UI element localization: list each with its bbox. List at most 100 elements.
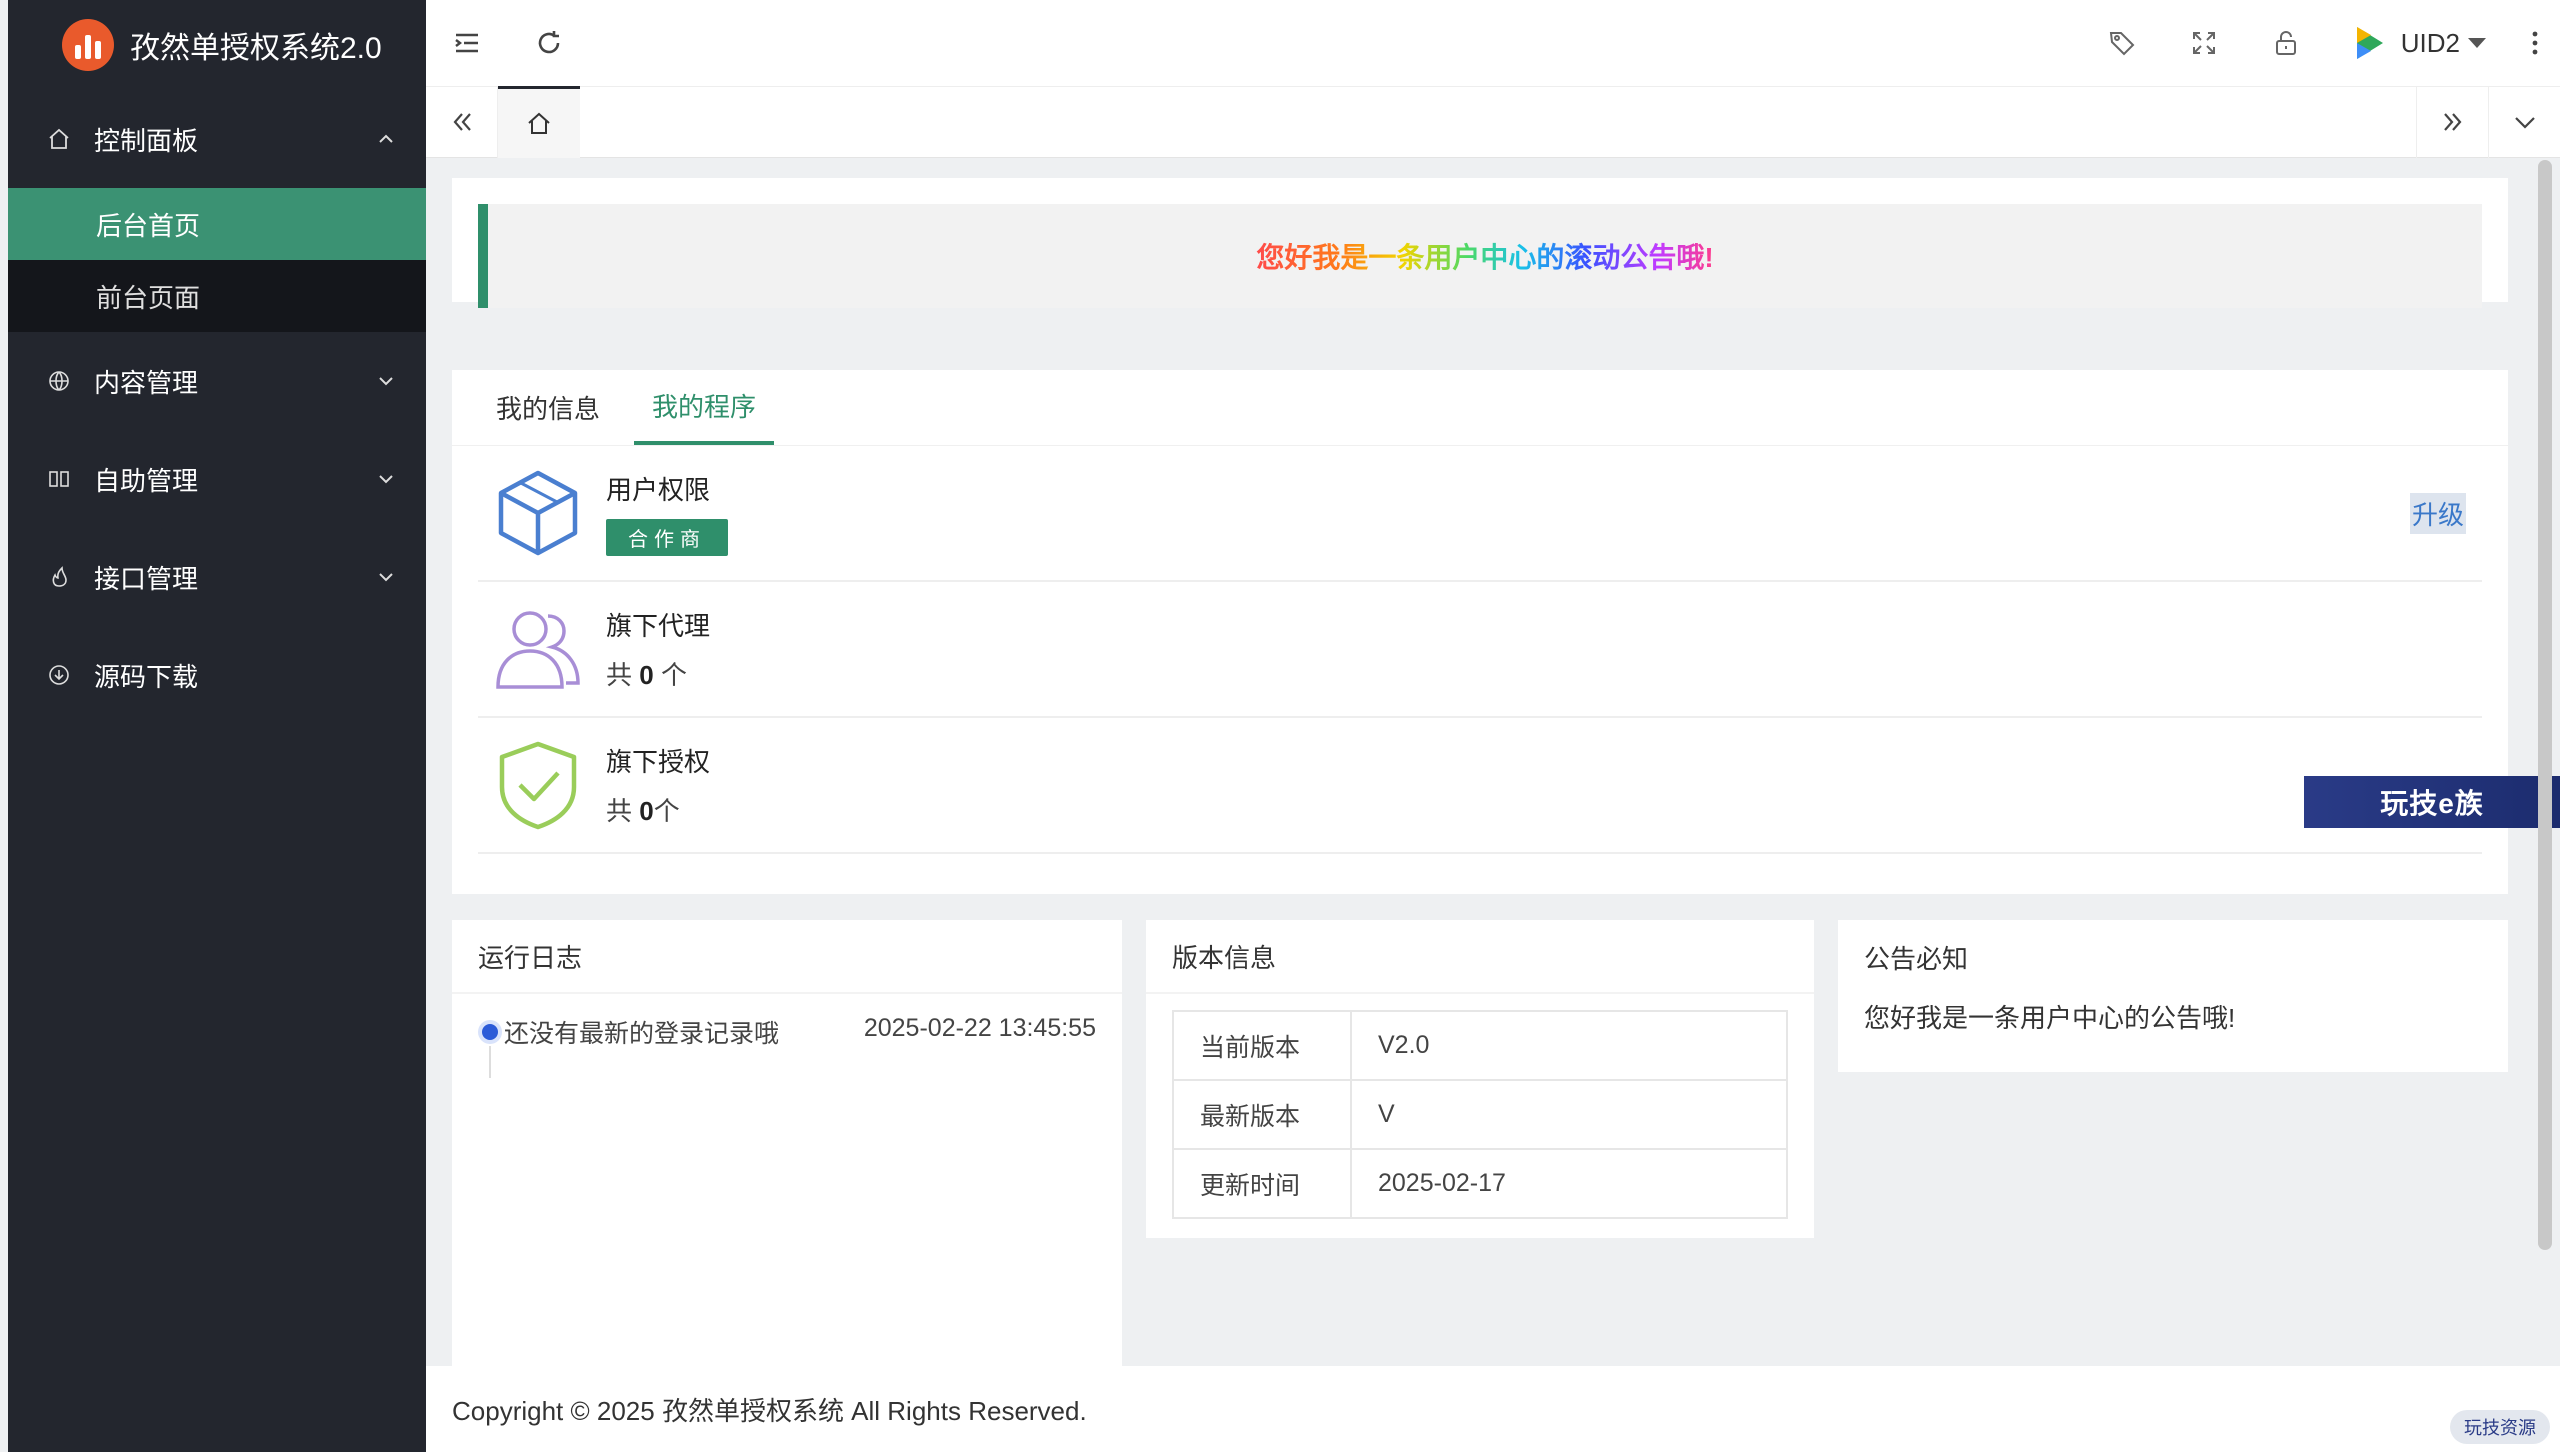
user-menu[interactable]: UID2 xyxy=(2327,21,2510,65)
app-title: 孜然单授权系统2.0 xyxy=(130,32,382,65)
sidebar-item-self-service[interactable]: 自助管理 xyxy=(8,430,426,528)
sidebar-item-label: 内容管理 xyxy=(94,367,199,398)
agents-title: 旗下代理 xyxy=(606,611,711,641)
sidebar-item-label: 接口管理 xyxy=(94,563,199,594)
page-tab-bar xyxy=(426,86,2560,158)
sidebar-item-label: 控制面板 xyxy=(94,125,199,156)
sidebar-item-label: 源码下载 xyxy=(94,661,199,692)
watermark-stamp: 玩技e族 xyxy=(2304,776,2560,828)
shield-check-icon xyxy=(490,737,586,833)
timeline-line xyxy=(489,1046,491,1078)
refresh-icon xyxy=(538,31,560,54)
agents-count: 0 xyxy=(639,660,654,690)
footer: Copyright © 2025 孜然单授权系统 All Rights Rese… xyxy=(426,1366,2560,1452)
home-icon xyxy=(44,124,74,154)
app-logo[interactable]: 孜然单授权系统2.0 xyxy=(8,0,426,90)
authorizations-count-text: 共 0个 xyxy=(606,796,680,826)
log-text: 还没有最新的登录记录哦 xyxy=(504,1020,780,1048)
header-actions: UID2 xyxy=(2081,0,2560,86)
notice-card: 您好我是一条用户中心的滚动公告哦! xyxy=(452,178,2508,308)
copyright-text: Copyright © 2025 孜然单授权系统 All Rights Rese… xyxy=(452,1395,1087,1426)
sidebar-item-api[interactable]: 接口管理 xyxy=(8,528,426,626)
logo-icon xyxy=(62,19,114,71)
announcement-title: 公告必知 xyxy=(1864,943,1969,974)
tab-bar-actions xyxy=(2416,86,2560,158)
run-log-title: 运行日志 xyxy=(452,920,1122,994)
lock-screen-button[interactable] xyxy=(2245,0,2327,86)
version-card: 版本信息 当前版本 V2.0 最新版本 V 更新时间 2025-02-17 xyxy=(1146,920,1814,1238)
fullscreen-icon xyxy=(2192,32,2215,54)
menu-fold-icon xyxy=(455,33,478,53)
sidebar-item-dashboard[interactable]: 控制面板 xyxy=(8,90,426,188)
sidebar: 孜然单授权系统2.0 控制面板 后台首页 前台页面 内容管理 自助管理 接口管理… xyxy=(0,0,426,1452)
notice-text: 您好我是一条用户中心的滚动公告哦! xyxy=(1256,236,1713,276)
table-cell: 2025-02-17 xyxy=(1350,1148,1788,1219)
sidebar-item-label: 自助管理 xyxy=(94,465,199,496)
user-name: UID2 xyxy=(2400,27,2460,58)
list-item-agents: 旗下代理 共 0 个 xyxy=(478,582,2482,718)
authorizations-title: 旗下授权 xyxy=(606,747,711,777)
table-row: 更新时间 2025-02-17 xyxy=(1172,1148,1788,1219)
table-cell: V2.0 xyxy=(1350,1010,1788,1081)
cube-icon xyxy=(490,465,586,561)
permission-title: 用户权限 xyxy=(606,475,711,505)
table-cell: 更新时间 xyxy=(1172,1148,1352,1219)
agents-count-text: 共 0 个 xyxy=(606,660,687,690)
tab-my-info[interactable]: 我的信息 xyxy=(478,369,618,445)
content-scrollbar[interactable] xyxy=(2538,160,2552,1250)
chevron-down-icon xyxy=(374,565,398,589)
chevron-up-icon xyxy=(374,127,398,151)
list-item-authorizations: 旗下授权 共 0个 xyxy=(478,718,2482,854)
chevron-down-icon xyxy=(2514,117,2535,129)
announcement-text: 您好我是一条用户中心的公告哦! xyxy=(1864,1003,2236,1033)
avatar xyxy=(2356,27,2383,59)
role-badge: 合作商 xyxy=(606,519,728,556)
sidebar-item-admin-home[interactable]: 后台首页 xyxy=(8,188,426,260)
tag-icon xyxy=(2109,32,2135,56)
fullscreen-button[interactable] xyxy=(2163,0,2245,86)
program-tabs: 我的信息 我的程序 xyxy=(452,370,2508,446)
columns-icon xyxy=(44,464,74,494)
tabs-dropdown-button[interactable] xyxy=(2488,86,2560,158)
caret-down-icon xyxy=(2468,38,2486,48)
globe-icon xyxy=(44,366,74,396)
tab-my-program[interactable]: 我的程序 xyxy=(634,369,775,445)
tabs-scroll-left-button[interactable] xyxy=(426,86,498,158)
fire-icon xyxy=(44,562,74,592)
authorizations-count: 0 xyxy=(639,796,654,826)
timeline-dot-icon xyxy=(482,1024,498,1040)
table-row: 当前版本 V2.0 xyxy=(1172,1010,1788,1081)
upgrade-link[interactable]: 升级 xyxy=(2409,492,2466,534)
tab-home[interactable] xyxy=(498,86,580,158)
theme-tag-button[interactable] xyxy=(2081,0,2163,86)
more-menu-button[interactable] xyxy=(2510,0,2560,86)
lock-icon xyxy=(2275,31,2296,55)
sidebar-item-frontend[interactable]: 前台页面 xyxy=(8,260,426,332)
double-chevron-right-icon xyxy=(2443,113,2461,131)
version-table: 当前版本 V2.0 最新版本 V 更新时间 2025-02-17 xyxy=(1172,1010,1788,1219)
run-log-card: 运行日志 还没有最新的登录记录哦 2025-02-22 13:45:55 xyxy=(452,920,1122,1366)
home-icon xyxy=(528,112,550,134)
menu-toggle-button[interactable] xyxy=(426,0,508,86)
submenu-dashboard: 后台首页 前台页面 xyxy=(8,188,426,332)
scrolling-notice: 您好我是一条用户中心的滚动公告哦! xyxy=(478,204,2482,308)
log-time: 2025-02-22 13:45:55 xyxy=(863,1014,1096,1042)
table-cell: 最新版本 xyxy=(1172,1079,1352,1150)
download-icon xyxy=(44,660,74,690)
sidebar-item-content[interactable]: 内容管理 xyxy=(8,332,426,430)
sidebar-item-source-download[interactable]: 源码下载 xyxy=(8,626,426,724)
tabs-scroll-right-button[interactable] xyxy=(2416,86,2488,158)
table-row: 最新版本 V xyxy=(1172,1079,1788,1150)
log-item: 还没有最新的登录记录哦 2025-02-22 13:45:55 xyxy=(452,994,1122,1078)
main-content: 您好我是一条用户中心的滚动公告哦! 我的信息 我的程序 用户权限 合作商 升级 … xyxy=(426,158,2560,1366)
double-chevron-left-icon xyxy=(453,113,471,131)
program-card: 我的信息 我的程序 用户权限 合作商 升级 旗下代理 共 0 个 旗下授权 共 … xyxy=(452,370,2508,894)
refresh-button[interactable] xyxy=(508,0,590,86)
nav-group-dashboard: 控制面板 后台首页 前台页面 xyxy=(8,90,426,332)
chevron-down-icon xyxy=(374,369,398,393)
more-vertical-icon xyxy=(2532,31,2538,55)
list-item-user-permission: 用户权限 合作商 升级 xyxy=(478,446,2482,582)
top-header: UID2 xyxy=(426,0,2560,86)
table-cell: 当前版本 xyxy=(1172,1010,1352,1081)
footer-watermark: 玩技资源 xyxy=(2450,1410,2550,1444)
